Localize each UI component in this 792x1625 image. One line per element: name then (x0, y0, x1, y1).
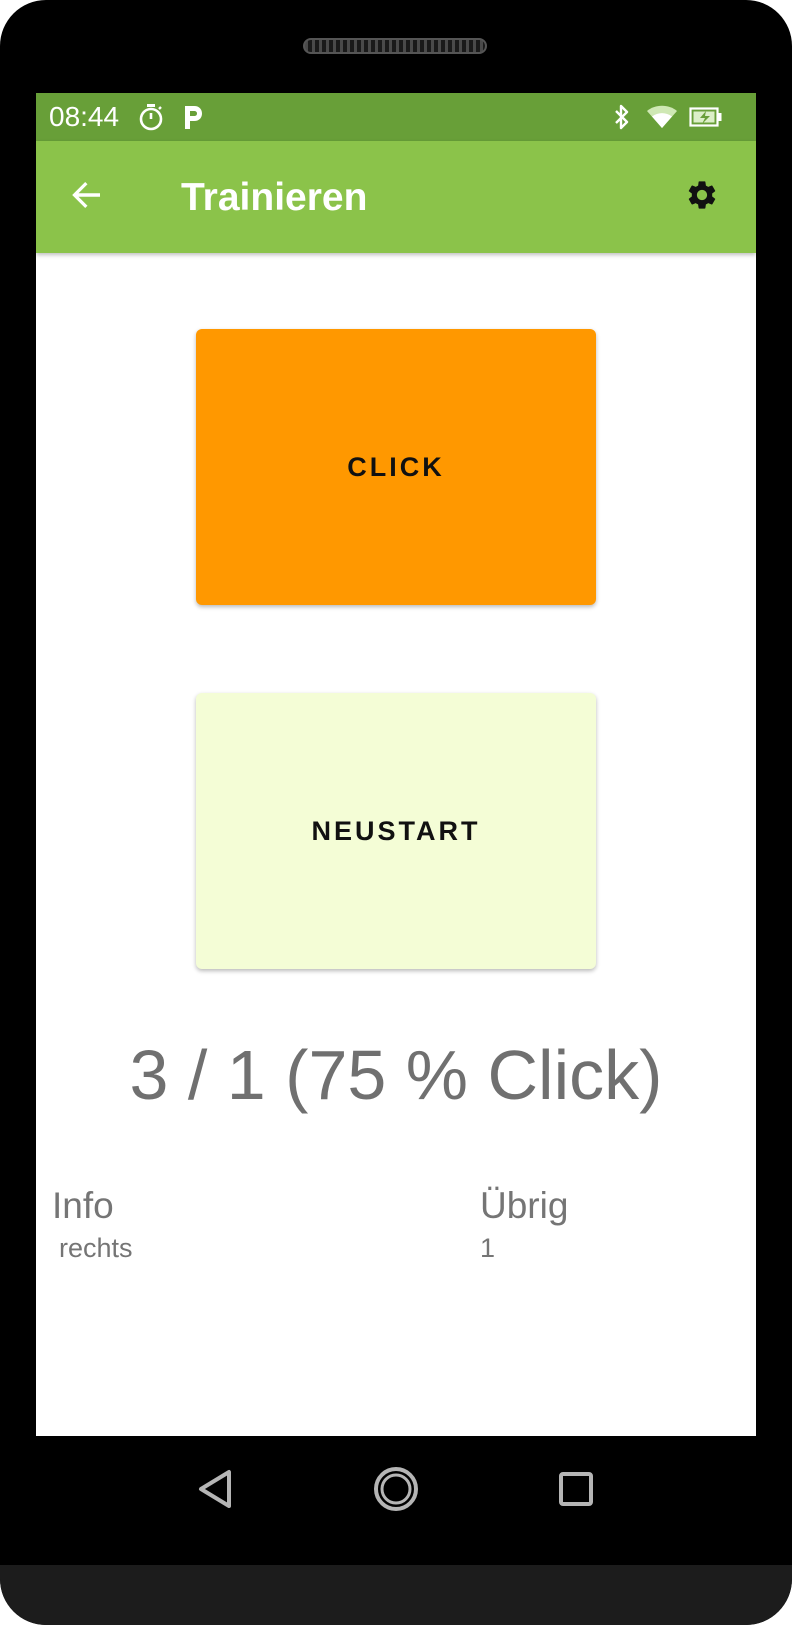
phone-bottom-bezel (0, 1565, 792, 1625)
info-label: Info (52, 1185, 114, 1226)
app-bar: Trainieren (36, 141, 756, 253)
bluetooth-icon (610, 101, 634, 133)
page-title: Trainieren (181, 176, 368, 219)
gear-icon (685, 178, 719, 217)
score-text: 3 / 1 (75 % Click) (129, 1036, 663, 1114)
nav-back-button[interactable] (186, 1461, 246, 1521)
navigation-bar (36, 1436, 756, 1546)
remaining-label: Übrig (480, 1185, 569, 1226)
status-time: 08:44 (49, 101, 120, 132)
app-screen: 08:44 Trainieren CLICK NEUSTART 3 / 1 (7… (36, 93, 756, 1436)
click-button[interactable]: CLICK (196, 329, 596, 605)
back-button[interactable] (60, 171, 112, 223)
nav-home-button[interactable] (366, 1461, 426, 1521)
remaining-value: 1 (480, 1233, 496, 1263)
wifi-icon (645, 101, 679, 133)
restart-button[interactable]: NEUSTART (196, 693, 596, 969)
home-circle-icon (372, 1465, 420, 1518)
parking-icon (179, 101, 207, 133)
phone-frame: 08:44 Trainieren CLICK NEUSTART 3 / 1 (7… (0, 0, 792, 1625)
settings-button[interactable] (676, 171, 728, 223)
phone-speaker (303, 38, 487, 54)
timer-icon (136, 101, 166, 133)
arrow-back-icon (68, 177, 104, 218)
info-value: rechts (59, 1233, 133, 1263)
battery-icon (688, 101, 724, 133)
status-bar: 08:44 (36, 93, 756, 141)
back-triangle-icon (196, 1467, 236, 1516)
recents-square-icon (557, 1470, 595, 1513)
nav-recents-button[interactable] (546, 1461, 606, 1521)
